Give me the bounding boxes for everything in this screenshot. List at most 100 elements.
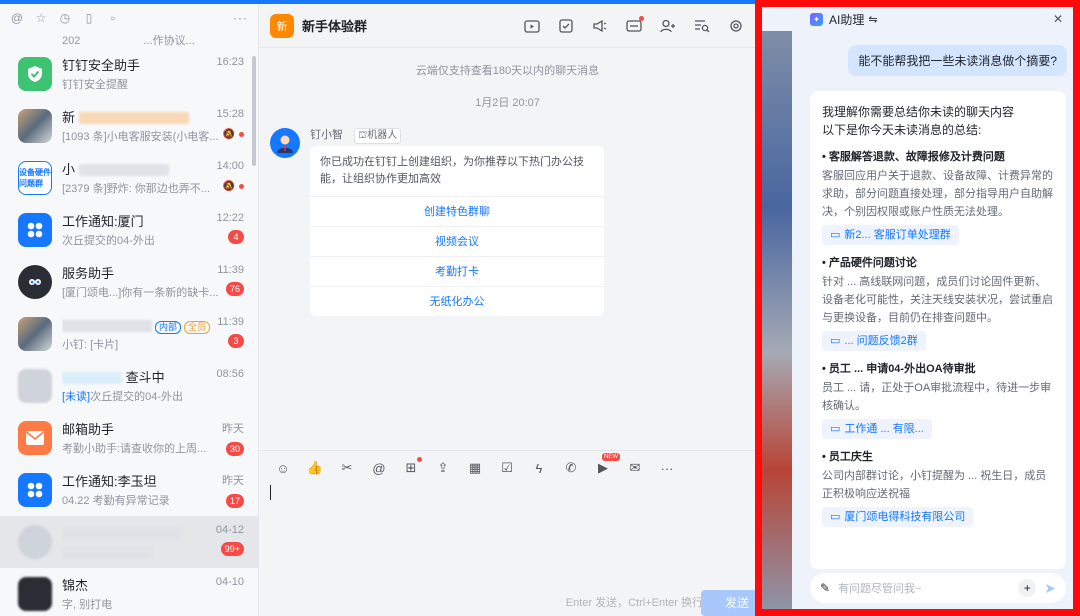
live-icon[interactable]: ▶ NEW	[594, 453, 620, 477]
ai-assistant-panel: ✦ AI助理 ⇋ ✕ 能不能帮我把一些未读消息做个摘要? 我理解你需要总结你未读…	[755, 0, 1080, 616]
more-icon[interactable]: ···	[658, 459, 676, 477]
video-icon[interactable]	[523, 17, 541, 35]
group-avatar-photo	[18, 317, 52, 351]
doc-icon[interactable]: ▯	[82, 11, 96, 25]
date-separator: 1月2日 20:07	[475, 97, 540, 109]
more-icon[interactable]: ···	[233, 11, 248, 25]
sender-name[interactable]: 钉小智	[310, 129, 343, 141]
ai-title[interactable]: AI助理	[829, 11, 864, 28]
card-action-attendance[interactable]: 考勤打卡	[310, 256, 604, 286]
chat-item-work-notice-li[interactable]: 工作通知:李玉坦 04.22 考勤有异常记录 昨天 17	[0, 464, 258, 516]
flash-icon[interactable]: ϟ	[530, 459, 548, 477]
chat-item-blurred-1[interactable]: 查斗中 [未读]次丘提交的04-外出 08:56	[0, 360, 258, 412]
file-icon[interactable]: ▫	[106, 11, 120, 25]
summary-title: • 客服解答退款、故障报修及计费问题	[822, 151, 1005, 163]
unread-prefix: [未读]	[62, 390, 91, 403]
group-name[interactable]: 新手体验群	[302, 16, 367, 35]
chat-preview: 字, 别打电	[62, 598, 113, 611]
switch-icon[interactable]: ⇋	[868, 13, 877, 26]
sidebar-toolbar: @ ☆ ◷ ▯ ▫ ···	[0, 4, 258, 32]
chat-time: 昨天	[222, 423, 244, 435]
robot-tag: 机器人	[367, 130, 398, 141]
avatar	[18, 369, 52, 403]
message-input-area[interactable]: ☺ 👍 ✂ @ ⊞ ⇪ ▦ ☑ ϟ ✆ ▶ NEW ✉ ··· Enter 发送，…	[260, 450, 773, 616]
chat-item-work-notice-xiamen[interactable]: 工作通知:厦门 次丘提交的04-外出 12:22 4	[0, 204, 258, 256]
todo-icon[interactable]: ☑	[498, 459, 516, 477]
sidebar-scrollbar[interactable]	[252, 56, 256, 166]
mute-bell-icon: 🔕	[222, 181, 235, 192]
chat-item-group-1[interactable]: 新 [1093 条]小电客服安装(小电客... 15:28 🔕	[0, 100, 258, 152]
chat-item-jinjie[interactable]: 锦杰 字, 别打电 04-10	[0, 568, 258, 616]
pen-icon[interactable]: ✎	[820, 581, 830, 595]
chat-bubble-icon: ▭	[830, 335, 841, 347]
avatar	[18, 577, 52, 611]
summary-title: • 产品硬件问题讨论	[822, 257, 917, 269]
send-arrow-icon[interactable]: ➤	[1044, 580, 1056, 597]
card-action-video-meeting[interactable]: 视频会议	[310, 226, 604, 256]
redacted-block	[62, 528, 182, 541]
plus-icon[interactable]: +	[1018, 579, 1037, 597]
chat-item-device-group[interactable]: 设备硬件问题群 小 [2379 条]野炸: 你那边也弄不... 14:00 🔕	[0, 152, 258, 204]
star-icon[interactable]: ☆	[34, 11, 48, 25]
partial-left: 202	[62, 35, 81, 47]
summary-title: • 员工庆生	[822, 451, 873, 463]
source-link[interactable]: ▭ 新2... 客服订单处理群	[822, 225, 959, 245]
chat-item-security-assistant[interactable]: 钉钉安全助手 钉钉安全提醒 16:23	[0, 48, 258, 100]
source-link-label: 工作通 ... 有限...	[844, 423, 924, 435]
message-box-icon[interactable]	[625, 15, 644, 35]
summary-body: 针对 ... 高线联网问题，成员们讨论固件更新、设备老化可能性，关注天线安装状况…	[822, 276, 1053, 324]
chat-item-group-internal[interactable]: 内部 全员 小钉: [卡片] 11:39 3	[0, 308, 258, 360]
background-strip	[762, 31, 792, 609]
tag-internal: 内部	[155, 320, 182, 334]
at-icon[interactable]: @	[10, 11, 24, 25]
group-avatar[interactable]: 新	[270, 13, 294, 38]
mail-icon	[18, 421, 52, 455]
source-link[interactable]: ▭... 问题反馈2群	[822, 331, 926, 351]
unread-badge: 4	[228, 230, 244, 244]
chat-time: 04-10	[215, 576, 244, 588]
announcement-icon[interactable]	[591, 17, 609, 35]
clock-icon[interactable]: ◷	[58, 11, 72, 25]
mail-icon[interactable]: ✉	[626, 459, 644, 477]
scissors-icon[interactable]: ✂	[338, 459, 356, 477]
card-action-create-group[interactable]: 创建特色群聊	[310, 196, 604, 226]
task-check-icon[interactable]	[557, 17, 575, 35]
thumbs-up-icon[interactable]: 👍	[306, 459, 324, 477]
avatar	[18, 525, 52, 559]
calendar-icon[interactable]: ▦	[466, 459, 484, 477]
text-caret	[270, 485, 271, 500]
phone-icon[interactable]: ✆	[562, 459, 580, 477]
search-list-icon[interactable]	[693, 17, 711, 35]
upload-icon[interactable]: ⇪	[434, 459, 452, 477]
redacted-block	[78, 112, 189, 125]
source-link-label: 新2... 客服订单处理群	[844, 229, 951, 241]
emoji-icon[interactable]: ☺	[274, 459, 292, 477]
mention-icon[interactable]: @	[370, 459, 388, 477]
device-group-avatar: 设备硬件问题群	[18, 161, 52, 195]
bot-avatar-icon[interactable]	[270, 128, 300, 158]
chat-time: 11:39	[217, 316, 244, 328]
user-question-bubble: 能不能帮我把一些未读消息做个摘要?	[848, 45, 1067, 76]
redacted-block	[62, 320, 152, 333]
chat-item-selected[interactable]: 04-12 99+	[0, 516, 258, 568]
chat-title: 邮箱助手	[62, 421, 115, 437]
chat-bubble-icon: ▭	[830, 423, 841, 435]
ai-input-placeholder[interactable]: 有问题尽管问我~	[838, 580, 1010, 596]
apps-icon	[18, 213, 52, 247]
list-item-partial[interactable]: 202 ...作协议...	[0, 32, 258, 48]
mute-bell-icon: 🔕	[222, 129, 235, 140]
ai-input-box[interactable]: ✎ 有问题尽管问我~ + ➤	[810, 573, 1066, 603]
source-link[interactable]: ▭ 工作通 ... 有限...	[822, 419, 932, 439]
source-link[interactable]: ▭ 厦门颂电得科技有限公司	[822, 507, 974, 527]
unread-dot	[239, 132, 244, 137]
settings-gear-icon[interactable]	[727, 17, 745, 35]
chat-header: 新 新手体验群	[260, 4, 755, 48]
chat-item-mail-assistant[interactable]: 邮箱助手 考勤小助手:请查收你的上周... 昨天 30	[0, 412, 258, 464]
add-card-icon[interactable]: ⊞	[402, 457, 422, 477]
add-member-icon[interactable]	[659, 17, 677, 35]
card-action-paperless[interactable]: 无纸化办公	[310, 286, 604, 316]
chat-item-service-assistant[interactable]: 服务助手 [厦门颂电...]你有一条新的缺卡... 11:39 76	[0, 256, 258, 308]
close-icon[interactable]: ✕	[1053, 12, 1063, 26]
chat-time: 15:28	[216, 108, 244, 120]
chat-title: 小	[62, 161, 76, 177]
